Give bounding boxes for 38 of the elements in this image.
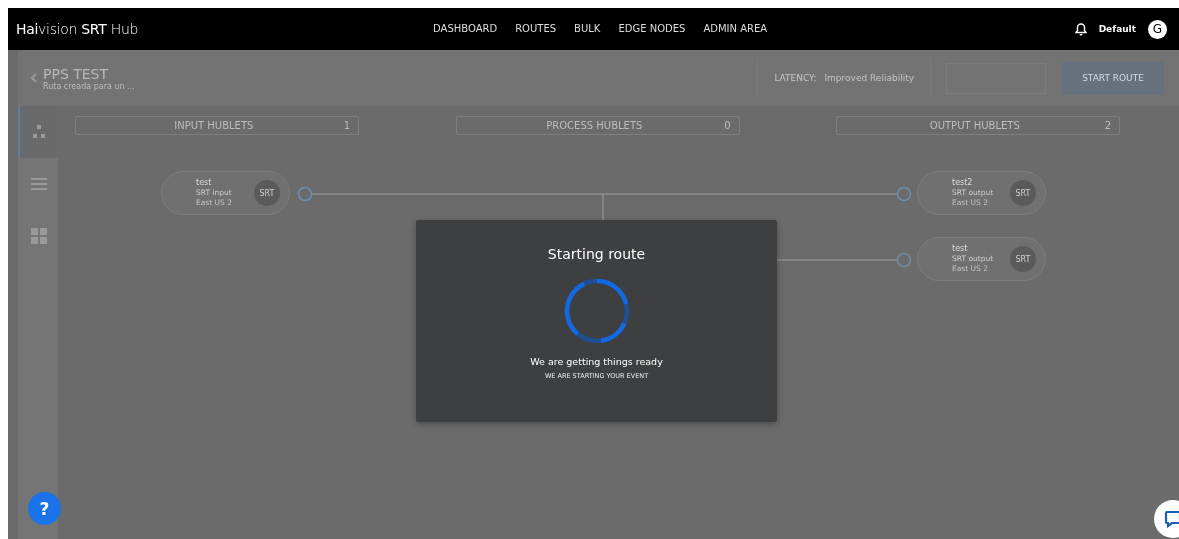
column-title: PROCESS HUBLETS (545, 120, 644, 131)
route-description: Ruta creada para un ... (43, 81, 135, 91)
column-count: 0 (724, 120, 731, 131)
column-count: 1 (343, 120, 350, 131)
protocol-badge: SRT (1010, 246, 1036, 272)
connector-port[interactable] (297, 186, 313, 202)
back-icon[interactable] (30, 73, 37, 83)
grid-icon (31, 228, 47, 244)
chat-icon (1164, 510, 1179, 528)
modal-title: Starting route (547, 246, 646, 262)
diagram-icon (31, 124, 47, 140)
user-name[interactable]: Default (1098, 24, 1136, 34)
app-logo: Haivision SRT Hub (16, 21, 139, 37)
column-title: OUTPUT HUBLETS (928, 120, 1021, 131)
connector-port[interactable] (896, 186, 912, 202)
column-title: INPUT HUBLETS (173, 120, 255, 131)
nav-link[interactable]: ROUTES (515, 18, 557, 40)
nav-link[interactable]: DASHBOARD (433, 18, 498, 40)
protocol-badge: SRT (1010, 180, 1036, 206)
sidebar-tab[interactable] (18, 106, 58, 158)
route-title: PPS TEST (43, 65, 110, 82)
nav-link[interactable]: ADMIN AREA (703, 18, 768, 40)
modal-message: We are getting things ready (530, 356, 663, 367)
list-icon (31, 177, 47, 191)
latency-label: LATENCY: (774, 73, 817, 83)
latency-value: Improved Reliability (824, 73, 914, 83)
column-count: 2 (1104, 120, 1111, 131)
hublet-name: test (952, 244, 969, 254)
user-avatar[interactable]: G (1148, 19, 1167, 39)
protocol-badge: SRT (254, 180, 280, 206)
loading-spinner (563, 278, 630, 344)
connector-port[interactable] (896, 252, 912, 268)
hublet-name: test2 (952, 178, 974, 188)
nav-link[interactable]: BULK (574, 18, 601, 40)
hublet-name: test (196, 178, 213, 188)
bell-icon[interactable] (1074, 22, 1087, 36)
nav-link[interactable]: EDGE NODES (618, 18, 686, 40)
start-route-button[interactable]: START ROUTE (1062, 61, 1164, 95)
